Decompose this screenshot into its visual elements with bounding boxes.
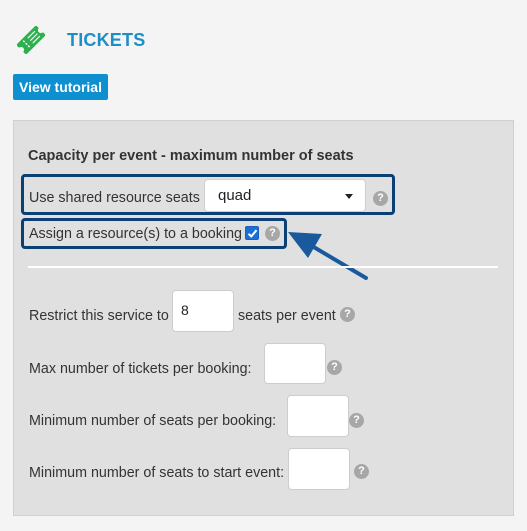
section-title: Capacity per event - maximum number of s… (28, 148, 354, 164)
arrow-icon (288, 232, 368, 280)
restrict-seats-input[interactable]: 8 (172, 290, 234, 332)
seats-per-event-label: seats per event (238, 308, 336, 324)
help-icon[interactable]: ? (265, 226, 280, 241)
page-title: TICKETS (67, 30, 146, 50)
help-icon[interactable]: ? (354, 464, 369, 479)
min-seats-booking-input[interactable] (287, 395, 349, 437)
header (14, 20, 48, 60)
shared-resource-value: quad (218, 187, 252, 204)
ticket-icon (14, 23, 48, 57)
help-icon[interactable]: ? (327, 360, 342, 375)
max-tickets-input[interactable] (264, 343, 326, 384)
help-icon[interactable]: ? (340, 307, 355, 322)
restrict-service-label: Restrict this service to (29, 308, 169, 324)
divider (28, 266, 498, 268)
max-tickets-label: Max number of tickets per booking: (29, 361, 252, 377)
help-icon[interactable]: ? (349, 413, 364, 428)
shared-resource-select[interactable]: quad (204, 179, 366, 212)
min-seats-booking-label: Minimum number of seats per booking: (29, 413, 277, 429)
assign-resource-label: Assign a resource(s) to a booking (29, 226, 242, 242)
min-seats-start-input[interactable] (288, 448, 350, 490)
assign-resource-checkbox[interactable] (245, 226, 259, 240)
chevron-down-icon (345, 194, 353, 199)
min-seats-start-label: Minimum number of seats to start event: (29, 465, 285, 481)
help-icon[interactable]: ? (373, 191, 388, 206)
restrict-seats-value: 8 (181, 302, 189, 318)
shared-resource-label: Use shared resource seats (29, 190, 200, 206)
view-tutorial-button[interactable]: View tutorial (13, 74, 108, 100)
